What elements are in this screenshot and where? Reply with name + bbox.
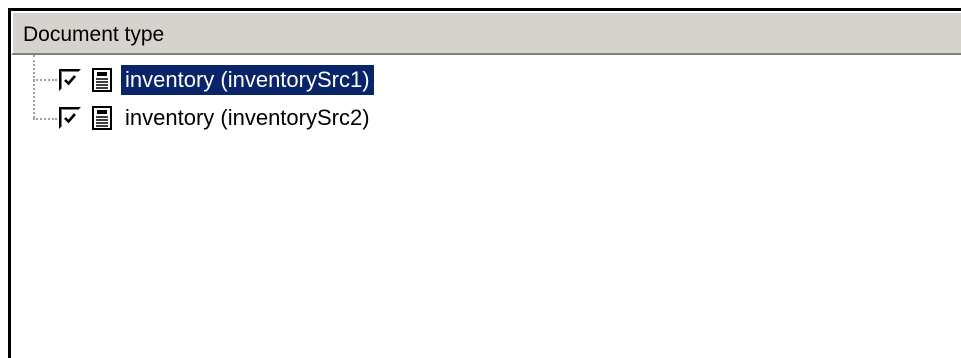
- document-icon: [92, 68, 112, 92]
- tree-item-label[interactable]: inventory (inventorySrc1): [121, 65, 374, 95]
- column-header-label: Document type: [23, 23, 165, 46]
- checkmark-icon: [64, 113, 76, 124]
- document-icon: [92, 106, 112, 130]
- column-header[interactable]: Document type: [11, 11, 961, 55]
- tree-connector-line: [33, 55, 35, 118]
- item-checkbox[interactable]: [59, 69, 81, 91]
- tree-connector-branch: [33, 118, 57, 120]
- document-type-panel: Document type inventory (inventorySrc1): [8, 8, 961, 358]
- tree-connector-branch: [33, 79, 57, 81]
- tree-item[interactable]: inventory (inventorySrc1): [59, 63, 374, 97]
- tree-item-label[interactable]: inventory (inventorySrc2): [121, 103, 374, 133]
- checkmark-icon: [64, 75, 76, 86]
- tree-item[interactable]: inventory (inventorySrc2): [59, 101, 374, 135]
- item-checkbox[interactable]: [59, 107, 81, 129]
- document-tree: inventory (inventorySrc1) inventory (inv…: [11, 55, 961, 358]
